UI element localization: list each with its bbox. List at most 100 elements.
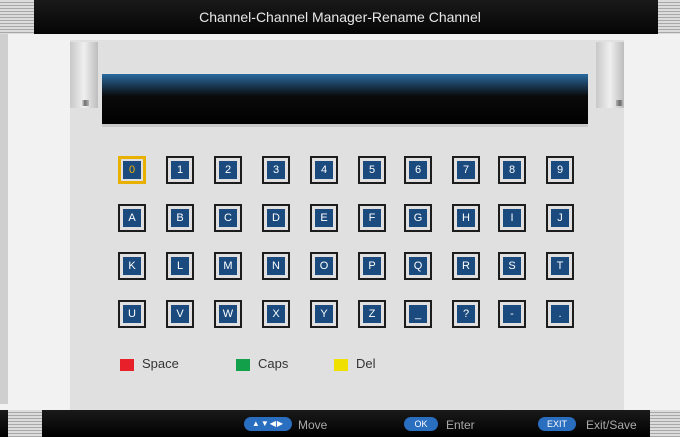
key-d[interactable]: D bbox=[262, 204, 290, 232]
color-swatch bbox=[120, 358, 134, 371]
key-t[interactable]: T bbox=[546, 252, 574, 280]
key-c[interactable]: C bbox=[214, 204, 242, 232]
key-x[interactable]: X bbox=[262, 300, 290, 328]
title-bar: Channel-Channel Manager-Rename Channel bbox=[0, 0, 680, 34]
page-title: Channel-Channel Manager-Rename Channel bbox=[199, 9, 481, 25]
key-label: . bbox=[551, 305, 569, 323]
key-label: 9 bbox=[551, 161, 569, 179]
key-7[interactable]: 7 bbox=[452, 156, 480, 184]
key-label: 8 bbox=[503, 161, 521, 179]
key-h[interactable]: H bbox=[452, 204, 480, 232]
key-g[interactable]: G bbox=[404, 204, 432, 232]
key-r[interactable]: R bbox=[452, 252, 480, 280]
key-v[interactable]: V bbox=[166, 300, 194, 328]
key-label: Q bbox=[409, 257, 427, 275]
key-e[interactable]: E bbox=[310, 204, 338, 232]
key-q[interactable]: Q bbox=[404, 252, 432, 280]
key-label: U bbox=[123, 305, 141, 323]
key-label: B bbox=[171, 209, 189, 227]
key-period[interactable]: . bbox=[546, 300, 574, 328]
color-swatch bbox=[236, 358, 250, 371]
key-label: 2 bbox=[219, 161, 237, 179]
key-b[interactable]: B bbox=[166, 204, 194, 232]
key-label: Z bbox=[363, 305, 381, 323]
key-label: K bbox=[123, 257, 141, 275]
key-label: 4 bbox=[315, 161, 333, 179]
key-label: - bbox=[503, 305, 521, 323]
key-l[interactable]: L bbox=[166, 252, 194, 280]
key-label: O bbox=[315, 257, 333, 275]
key-k[interactable]: K bbox=[118, 252, 146, 280]
key-label: A bbox=[123, 209, 141, 227]
exit-save-hint: Exit/Save bbox=[586, 418, 637, 432]
arrow-keys-icon: ▲▼◀▶ bbox=[244, 417, 292, 431]
key-label: 7 bbox=[457, 161, 475, 179]
legend-label: Del bbox=[356, 356, 376, 371]
key-u[interactable]: U bbox=[118, 300, 146, 328]
key-0[interactable]: 0 bbox=[118, 156, 146, 184]
key-label: ? bbox=[457, 305, 475, 323]
legend-space: Space bbox=[120, 356, 179, 372]
key-8[interactable]: 8 bbox=[498, 156, 526, 184]
key-label: D bbox=[267, 209, 285, 227]
key-label: W bbox=[219, 305, 237, 323]
key-label: F bbox=[363, 209, 381, 227]
menu-grip-icon bbox=[658, 0, 680, 34]
key-label: I bbox=[503, 209, 521, 227]
key-j[interactable]: J bbox=[546, 204, 574, 232]
key-question[interactable]: ? bbox=[452, 300, 480, 328]
key-p[interactable]: P bbox=[358, 252, 386, 280]
legend-label: Caps bbox=[258, 356, 289, 371]
key-n[interactable]: N bbox=[262, 252, 290, 280]
exit-button-icon: EXIT bbox=[538, 417, 576, 431]
ok-button-icon: OK bbox=[404, 417, 438, 431]
key-label: M bbox=[219, 257, 237, 275]
key-6[interactable]: 6 bbox=[404, 156, 432, 184]
key-label: G bbox=[409, 209, 427, 227]
key-label: E bbox=[315, 209, 333, 227]
channel-name-input[interactable] bbox=[102, 74, 588, 127]
key-w[interactable]: W bbox=[214, 300, 242, 328]
key-label: _ bbox=[409, 305, 427, 323]
key-z[interactable]: Z bbox=[358, 300, 386, 328]
key-label: 3 bbox=[267, 161, 285, 179]
legend-label: Space bbox=[142, 356, 179, 371]
key-9[interactable]: 9 bbox=[546, 156, 574, 184]
key-dash[interactable]: - bbox=[498, 300, 526, 328]
bottom-hint-bar bbox=[0, 410, 680, 437]
key-label: N bbox=[267, 257, 285, 275]
key-1[interactable]: 1 bbox=[166, 156, 194, 184]
key-label: L bbox=[171, 257, 189, 275]
key-m[interactable]: M bbox=[214, 252, 242, 280]
key-label: 6 bbox=[409, 161, 427, 179]
key-label: V bbox=[171, 305, 189, 323]
key-label: 0 bbox=[123, 161, 141, 179]
key-label: 5 bbox=[363, 161, 381, 179]
key-label: R bbox=[457, 257, 475, 275]
key-label: 1 bbox=[171, 161, 189, 179]
frame-tick-left: IIIII bbox=[82, 99, 89, 108]
key-y[interactable]: Y bbox=[310, 300, 338, 328]
menu-grip-icon bbox=[650, 410, 680, 437]
key-underscore[interactable]: _ bbox=[404, 300, 432, 328]
key-f[interactable]: F bbox=[358, 204, 386, 232]
key-label: T bbox=[551, 257, 569, 275]
key-label: H bbox=[457, 209, 475, 227]
key-o[interactable]: O bbox=[310, 252, 338, 280]
key-a[interactable]: A bbox=[118, 204, 146, 232]
key-2[interactable]: 2 bbox=[214, 156, 242, 184]
color-swatch bbox=[334, 358, 348, 371]
legend-del: Del bbox=[334, 356, 376, 372]
side-edge bbox=[0, 34, 8, 404]
menu-grip-icon bbox=[0, 0, 34, 34]
key-4[interactable]: 4 bbox=[310, 156, 338, 184]
key-s[interactable]: S bbox=[498, 252, 526, 280]
enter-hint: Enter bbox=[446, 418, 475, 432]
key-label: P bbox=[363, 257, 381, 275]
legend-caps: Caps bbox=[236, 356, 288, 372]
key-3[interactable]: 3 bbox=[262, 156, 290, 184]
key-5[interactable]: 5 bbox=[358, 156, 386, 184]
key-label: J bbox=[551, 209, 569, 227]
key-i[interactable]: I bbox=[498, 204, 526, 232]
frame-tick-right: IIIII bbox=[615, 99, 623, 108]
